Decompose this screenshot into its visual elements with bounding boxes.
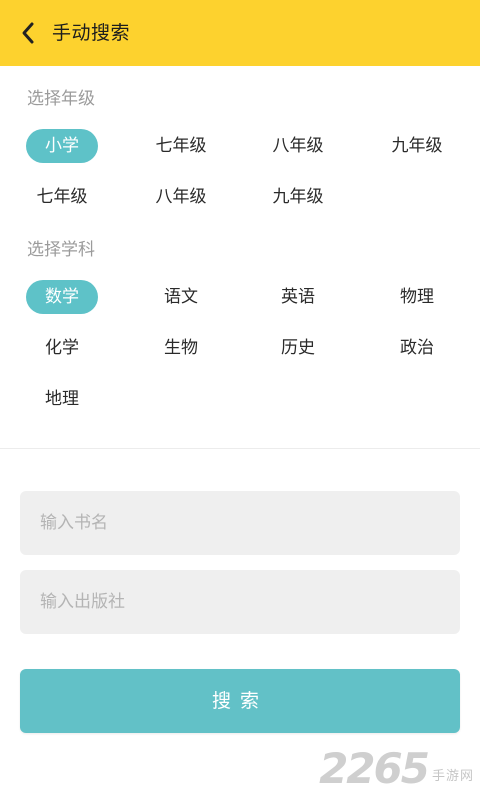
publisher-input[interactable] (20, 570, 460, 634)
section-divider (0, 448, 480, 449)
back-button[interactable] (14, 19, 42, 47)
subject-option-biology[interactable]: 生物 (145, 331, 217, 365)
watermark-text: 手游网 (431, 768, 474, 784)
grade-option-primary[interactable]: 小学 (26, 129, 98, 163)
manual-search-screen: 手动搜索 选择年级 小学 七年级 八年级 九年级 七年级 八年级 九年级 选择学… (0, 0, 480, 800)
grade-section-label: 选择年级 (27, 89, 95, 109)
subject-option-physics[interactable]: 物理 (381, 280, 453, 314)
top-bar: 手动搜索 (0, 0, 480, 66)
site-watermark: 2265 手游网 (319, 744, 474, 794)
grade-option-grade9-second[interactable]: 九年级 (262, 180, 334, 214)
search-button[interactable]: 搜索 (20, 669, 460, 733)
page-title: 手动搜索 (52, 22, 131, 44)
subject-option-geography[interactable]: 地理 (26, 382, 98, 416)
book-name-input[interactable] (20, 491, 460, 555)
subject-option-politics[interactable]: 政治 (381, 331, 453, 365)
grade-option-grade8[interactable]: 八年级 (262, 129, 334, 163)
grade-option-grade7[interactable]: 七年级 (145, 129, 217, 163)
subject-section-label: 选择学科 (27, 240, 95, 260)
subject-option-math[interactable]: 数学 (26, 280, 98, 314)
watermark-number: 2265 (319, 744, 430, 793)
grade-option-grade7-second[interactable]: 七年级 (26, 180, 98, 214)
grade-option-grade8-second[interactable]: 八年级 (145, 180, 217, 214)
grade-option-grade9[interactable]: 九年级 (381, 129, 453, 163)
subject-option-chinese[interactable]: 语文 (145, 280, 217, 314)
subject-option-chemistry[interactable]: 化学 (26, 331, 98, 365)
chevron-left-icon (22, 22, 34, 44)
subject-option-english[interactable]: 英语 (262, 280, 334, 314)
subject-option-history[interactable]: 历史 (262, 331, 334, 365)
